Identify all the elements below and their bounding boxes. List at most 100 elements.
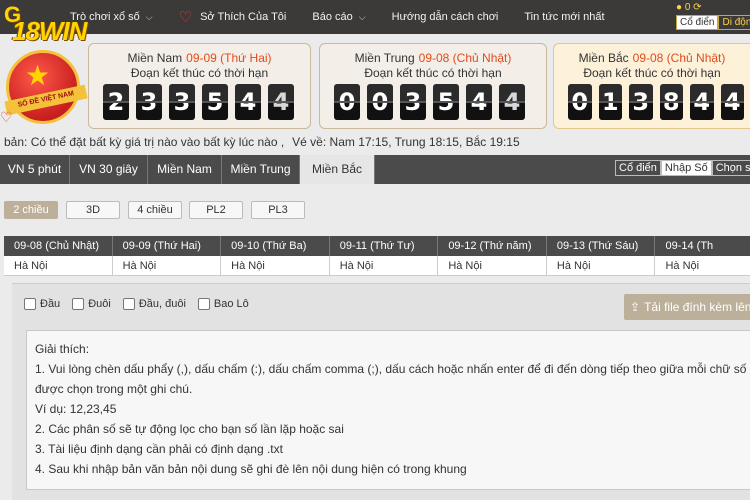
table-cell[interactable]: Hà Nội bbox=[655, 256, 750, 276]
countdown-digit: 8 bbox=[659, 84, 683, 120]
instruction-line: 1. Vui lòng chèn dấu phẩy (,), dấu chấm … bbox=[35, 362, 747, 396]
table-header-cell[interactable]: 09-09 (Thứ Hai) bbox=[112, 236, 222, 256]
main-nav: Trò chơi xổ số ⌵ ♡ Sở Thích Của Tôi Báo … bbox=[70, 0, 631, 34]
countdown-digit: 3 bbox=[629, 84, 653, 120]
balance-line: ● 0 ⟳ bbox=[676, 2, 702, 13]
tab-mien-bac[interactable]: Miền Bắc bbox=[300, 155, 375, 184]
countdown-digits: 0 0 3 5 4 4 bbox=[334, 84, 532, 120]
instruction-line: 2. Các phân số sẽ tự động lọc cho bạn số… bbox=[35, 422, 344, 436]
countdown-digit: 4 bbox=[720, 84, 744, 120]
table-header-cell[interactable]: 09-12 (Thứ năm) bbox=[438, 236, 547, 256]
table-cell[interactable]: Hà Nội bbox=[329, 256, 439, 276]
chevron-down-icon: ⌵ bbox=[358, 11, 366, 22]
game-type-pl2[interactable]: PL2 bbox=[189, 201, 243, 219]
checkbox-dau-duoi[interactable]: Đầu, đuôi bbox=[122, 298, 186, 310]
heart-icon: ♡ bbox=[178, 9, 193, 26]
countdown-digit: 0 bbox=[568, 84, 592, 120]
panel-region: Miền Trung bbox=[354, 51, 415, 65]
instruction-line: 4. Sau khi nhập bản văn bản nội dung sẽ … bbox=[35, 462, 467, 476]
nav-reports[interactable]: Báo cáo ⌵ bbox=[312, 11, 365, 23]
user-box: ● 0 ⟳ Cổ điển Di độn bbox=[672, 0, 750, 34]
countdown-panel-central: Miền Trung 09-08 (Chủ Nhật) Đoạn kết thúc… bbox=[319, 43, 547, 129]
nav-item-label: Sở Thích Của Tôi bbox=[200, 11, 287, 23]
heart-outline-icon[interactable]: ♡ bbox=[0, 109, 13, 126]
countdown-digit: 3 bbox=[400, 84, 426, 120]
instructions-title: Giải thích: bbox=[35, 342, 90, 356]
countdown-digit: 0 bbox=[334, 84, 360, 120]
countdown-digit: 5 bbox=[433, 84, 459, 120]
panel-subtitle: Đoạn kết thúc có thời hạn bbox=[364, 66, 502, 80]
table-row: Hà Nội Hà Nội Hà Nội Hà Nội Hà Nội Hà Nộ… bbox=[4, 256, 750, 276]
nav-how-to-play[interactable]: Hướng dẫn cách chơi bbox=[392, 11, 499, 23]
checkbox-label: Đuôi bbox=[88, 298, 111, 310]
top-bar: Trò chơi xổ số ⌵ ♡ Sở Thích Của Tôi Báo … bbox=[0, 0, 750, 34]
nav-news[interactable]: Tin tức mới nhất bbox=[524, 11, 604, 23]
countdown-digit: 2 bbox=[103, 84, 129, 120]
countdown-digit: 1 bbox=[598, 84, 622, 120]
game-type-4-chieu[interactable]: 4 chiều bbox=[128, 201, 182, 219]
upload-file-button[interactable]: ⇪ Tải file đính kèm lên bbox=[624, 294, 750, 320]
panel-region: Miền Bắc bbox=[578, 51, 629, 65]
countdown-digits: 0 1 3 8 4 4 bbox=[568, 84, 750, 120]
tab-vn-30-sec[interactable]: VN 30 giây bbox=[70, 155, 148, 184]
checkbox-box[interactable] bbox=[72, 298, 85, 310]
checkbox-dau[interactable]: Đầu bbox=[24, 298, 60, 310]
table-header-cell[interactable]: 09-10 (Thứ Ba) bbox=[221, 236, 330, 256]
refresh-icon[interactable]: ⟳ bbox=[693, 2, 701, 13]
nav-favorites[interactable]: ♡ Sở Thích Của Tôi bbox=[179, 8, 287, 26]
brand-logo[interactable]: ★ SỔ ĐỀ VIỆT NAM G 18WIN bbox=[2, 2, 92, 124]
table-cell[interactable]: Hà Nội bbox=[221, 256, 330, 276]
mode-tab-classic[interactable]: Cổ điển bbox=[676, 15, 719, 30]
table-header-cell[interactable]: 09-08 (Chủ Nhật) bbox=[4, 236, 113, 256]
table-header-cell[interactable]: 09-13 (Thứ Sáu) bbox=[546, 236, 656, 256]
mode-tab-mobile[interactable]: Di độn bbox=[718, 15, 750, 30]
instructions-box[interactable]: Giải thích: 1. Vui lòng chèn dấu phẩy (,… bbox=[26, 330, 750, 490]
nav-item-label: Tin tức mới nhất bbox=[524, 11, 605, 23]
checkbox-bao-lo[interactable]: Bao Lô bbox=[197, 298, 249, 310]
logo-badge: ★ SỔ ĐỀ VIỆT NAM bbox=[4, 50, 88, 124]
countdown-digit: 4 bbox=[268, 84, 294, 120]
game-type-pl3[interactable]: PL3 bbox=[251, 201, 305, 219]
upload-label: Tải file đính kèm lên bbox=[644, 300, 750, 314]
star-icon: ★ bbox=[25, 60, 51, 91]
table-header-cell[interactable]: 09-14 (Th bbox=[655, 236, 750, 256]
tab-mien-nam[interactable]: Miền Nam bbox=[148, 155, 222, 184]
table-cell[interactable]: Hà Nội bbox=[438, 256, 547, 276]
checkbox-label: Đầu, đuôi bbox=[138, 298, 186, 310]
panel-date: 09-08 (Chủ Nhật) bbox=[418, 51, 512, 65]
table-header-cell[interactable]: 09-11 (Thứ Tư) bbox=[329, 236, 439, 256]
countdown-panel-south: Miền Nam 09-09 (Thứ Hai) Đoạn kết thúc có… bbox=[88, 43, 311, 129]
countdown-digit: 4 bbox=[499, 84, 525, 120]
panel-title: Miền Trung 09-08 (Chủ Nhật) bbox=[320, 51, 546, 65]
instruction-line: 3. Tài liệu định dạng cần phải có định d… bbox=[35, 442, 283, 456]
table-cell[interactable]: Hà Nội bbox=[4, 256, 113, 276]
checkbox-box[interactable] bbox=[197, 298, 210, 310]
tab-mien-trung[interactable]: Miền Trung bbox=[222, 155, 300, 184]
checkbox-label: Bao Lô bbox=[213, 298, 249, 310]
view-tab-pick-number[interactable]: Chọn số nh bbox=[711, 160, 750, 176]
panel-subtitle: Đoạn kết thúc có thời hạn bbox=[130, 66, 269, 80]
chevron-down-icon: ⌵ bbox=[145, 11, 153, 22]
panel-date: 09-08 (Chủ Nhật) bbox=[632, 51, 726, 65]
panel-region: Miền Nam bbox=[127, 51, 183, 65]
table-cell[interactable]: Hà Nội bbox=[112, 256, 222, 276]
info-note: bản: Có thể đặt bất kỳ giá trị nào vào b… bbox=[4, 135, 285, 149]
game-type-3d[interactable]: 3D bbox=[66, 201, 120, 219]
checkbox-label: Đầu bbox=[40, 298, 61, 310]
view-tab-classic[interactable]: Cổ điển bbox=[615, 160, 661, 176]
info-schedule: Vé về: Nam 17:15, Trung 18:15, Bắc 19:15 bbox=[292, 135, 520, 149]
mode-tabs: Cổ điển Di độn bbox=[676, 15, 750, 30]
countdown-digit: 4 bbox=[235, 84, 261, 120]
balance-value: 0 bbox=[684, 2, 691, 13]
instruction-example: Ví dụ: 12,23,45 bbox=[35, 402, 117, 416]
checkbox-box[interactable] bbox=[122, 298, 135, 310]
nav-item-label: Báo cáo bbox=[312, 11, 353, 23]
checkbox-box[interactable] bbox=[24, 298, 36, 310]
table-header-row: 09-08 (Chủ Nhật) 09-09 (Thứ Hai) 09-10 (… bbox=[4, 236, 750, 256]
view-tab-enter-number[interactable]: Nhập Số bbox=[660, 160, 712, 176]
checkbox-duoi[interactable]: Đuôi bbox=[72, 298, 111, 310]
tab-vn-5-min[interactable]: VN 5 phút bbox=[0, 155, 70, 184]
countdown-digit: 3 bbox=[136, 84, 162, 120]
game-type-2-chieu[interactable]: 2 chiều bbox=[4, 201, 58, 219]
table-cell[interactable]: Hà Nội bbox=[546, 256, 656, 276]
